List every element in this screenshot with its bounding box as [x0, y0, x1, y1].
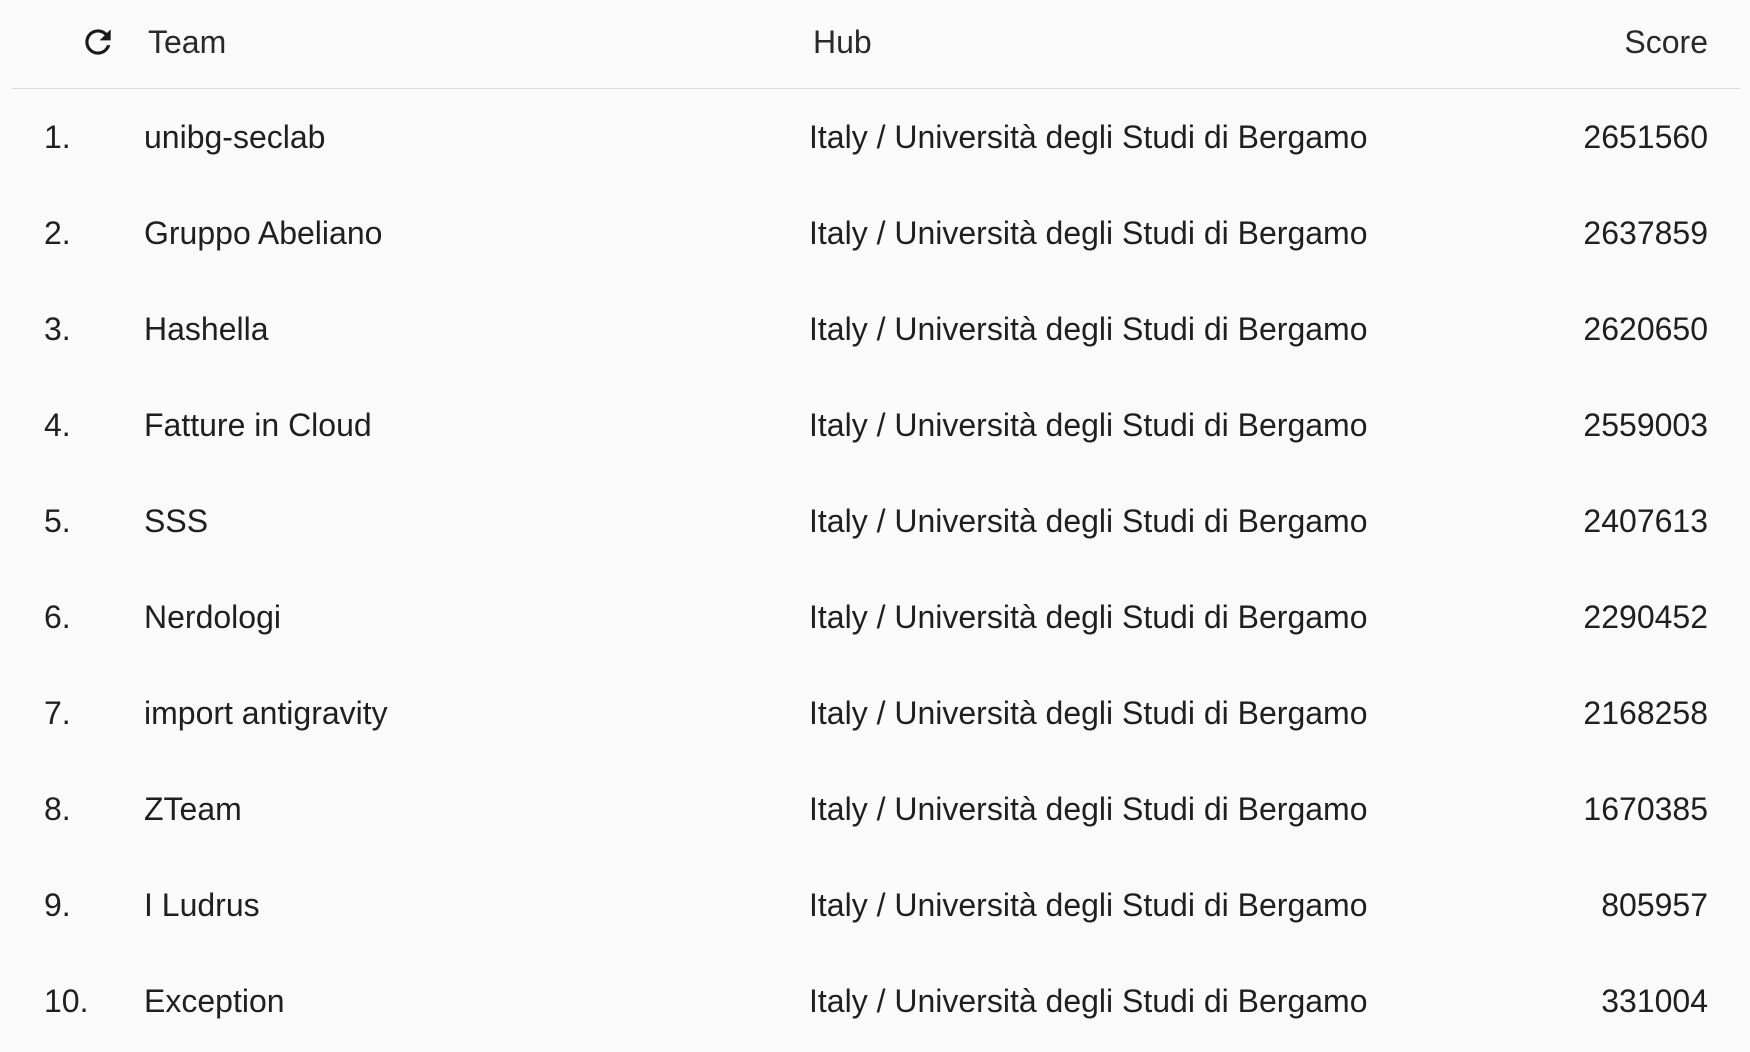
rank-cell: 9.	[44, 887, 71, 923]
rank-cell: 3.	[44, 311, 71, 347]
hub-cell: Italy / Università degli Studi di Bergam…	[809, 119, 1368, 155]
team-cell: ZTeam	[144, 791, 242, 827]
team-cell: SSS	[144, 503, 209, 539]
rank-cell: 7.	[44, 695, 71, 731]
table-row[interactable]: 7. import antigravity Italy / Università…	[12, 665, 1740, 761]
hub-cell: Italy / Università degli Studi di Bergam…	[809, 887, 1368, 923]
score-cell: 1670385	[1583, 791, 1708, 827]
hub-cell: Italy / Università degli Studi di Bergam…	[809, 599, 1368, 635]
team-cell: unibg-seclab	[144, 119, 326, 155]
score-cell: 2168258	[1583, 695, 1708, 731]
table-body: 1. unibg-seclab Italy / Università degli…	[12, 89, 1740, 1049]
score-cell: 2407613	[1583, 503, 1708, 539]
hub-cell: Italy / Università degli Studi di Bergam…	[809, 311, 1368, 347]
team-cell: Nerdologi	[144, 599, 281, 635]
scoreboard-table: Team Hub Score 1. unibg-seclab Italy / U…	[12, 0, 1740, 1049]
score-cell: 331004	[1601, 983, 1708, 1019]
refresh-button[interactable]	[76, 20, 120, 64]
hub-cell: Italy / Università degli Studi di Bergam…	[809, 791, 1368, 827]
hub-cell: Italy / Università degli Studi di Bergam…	[809, 215, 1368, 251]
team-cell: I Ludrus	[144, 887, 260, 923]
team-cell: Hashella	[144, 311, 269, 347]
refresh-icon	[85, 29, 111, 55]
rank-cell: 4.	[44, 407, 71, 443]
score-cell: 2637859	[1583, 215, 1708, 251]
score-cell: 2290452	[1583, 599, 1708, 635]
table-row[interactable]: 6. Nerdologi Italy / Università degli St…	[12, 569, 1740, 665]
team-column-header[interactable]: Team	[148, 22, 226, 62]
score-cell: 805957	[1601, 887, 1708, 923]
rank-cell: 6.	[44, 599, 71, 635]
table-row[interactable]: 5. SSS Italy / Università degli Studi di…	[12, 473, 1740, 569]
table-row[interactable]: 9. I Ludrus Italy / Università degli Stu…	[12, 857, 1740, 953]
score-column-header[interactable]: Score	[1624, 22, 1708, 62]
hub-cell: Italy / Università degli Studi di Bergam…	[809, 695, 1368, 731]
team-cell: Fatture in Cloud	[144, 407, 372, 443]
table-row[interactable]: 4. Fatture in Cloud Italy / Università d…	[12, 377, 1740, 473]
team-cell: Gruppo Abeliano	[144, 215, 383, 251]
table-row[interactable]: 3. Hashella Italy / Università degli Stu…	[12, 281, 1740, 377]
hub-cell: Italy / Università degli Studi di Bergam…	[809, 503, 1368, 539]
table-header: Team Hub Score	[12, 0, 1740, 89]
rank-cell: 10.	[44, 983, 89, 1019]
rank-cell: 1.	[44, 119, 71, 155]
score-cell: 2651560	[1583, 119, 1708, 155]
table-row[interactable]: 1. unibg-seclab Italy / Università degli…	[12, 89, 1740, 185]
table-row[interactable]: 10. Exception Italy / Università degli S…	[12, 953, 1740, 1049]
team-cell: import antigravity	[144, 695, 388, 731]
rank-cell: 5.	[44, 503, 71, 539]
rank-cell: 8.	[44, 791, 71, 827]
table-row[interactable]: 2. Gruppo Abeliano Italy / Università de…	[12, 185, 1740, 281]
score-cell: 2559003	[1583, 407, 1708, 443]
table-row[interactable]: 8. ZTeam Italy / Università degli Studi …	[12, 761, 1740, 857]
team-cell: Exception	[144, 983, 285, 1019]
hub-cell: Italy / Università degli Studi di Bergam…	[809, 407, 1368, 443]
hub-column-header[interactable]: Hub	[813, 22, 872, 62]
rank-cell: 2.	[44, 215, 71, 251]
score-cell: 2620650	[1583, 311, 1708, 347]
hub-cell: Italy / Università degli Studi di Bergam…	[809, 983, 1368, 1019]
